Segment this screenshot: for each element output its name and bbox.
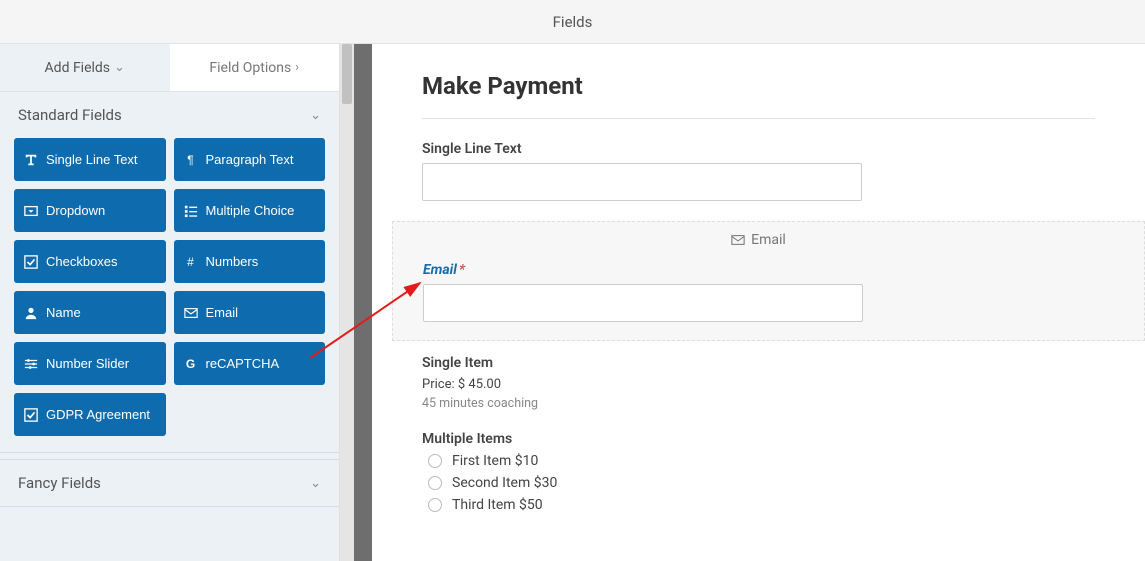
- required-asterisk: *: [459, 262, 465, 278]
- envelope-icon: [731, 233, 745, 247]
- section-title: Fancy Fields: [18, 474, 101, 492]
- tab-add-fields[interactable]: Add Fields ⌄: [0, 44, 170, 91]
- field-label: Multiple Choice: [206, 203, 295, 218]
- section-standard-fields: Standard Fields ⌄ Single Line Text ¶ Par…: [0, 92, 339, 453]
- tab-label: Add Fields: [45, 60, 111, 76]
- radio-icon[interactable]: [428, 454, 442, 468]
- field-preview-single-line[interactable]: Single Line Text: [422, 141, 1095, 201]
- scrollbar[interactable]: [340, 44, 354, 561]
- field-preview-multiple-items[interactable]: Multiple Items First Item $10 Second Ite…: [422, 431, 1095, 513]
- field-number-slider[interactable]: Number Slider: [14, 342, 166, 385]
- field-preview-email-selected[interactable]: Email Email*: [392, 221, 1145, 341]
- field-numbers[interactable]: # Numbers: [174, 240, 326, 283]
- radio-label: First Item $10: [452, 453, 538, 469]
- section-fancy-fields: Fancy Fields ⌄: [0, 459, 339, 507]
- field-checkboxes[interactable]: Checkboxes: [14, 240, 166, 283]
- hash-icon: #: [184, 255, 198, 269]
- check-square-icon: [24, 408, 38, 422]
- radio-label: Third Item $50: [452, 497, 543, 513]
- field-label: Number Slider: [46, 356, 129, 371]
- label-text: Email: [423, 262, 457, 278]
- sidebar: Add Fields ⌄ Field Options › Standard Fi…: [0, 44, 340, 561]
- field-label: Dropdown: [46, 203, 105, 218]
- price-description: 45 minutes coaching: [422, 396, 1095, 411]
- section-header-fancy[interactable]: Fancy Fields ⌄: [0, 460, 339, 506]
- field-preview-single-item[interactable]: Single Item Price: $ 45.00 45 minutes co…: [422, 355, 1095, 411]
- column-divider: [354, 44, 372, 561]
- badge-text: Email: [751, 232, 786, 248]
- dropdown-icon: [24, 204, 38, 218]
- sliders-icon: [24, 357, 38, 371]
- field-single-line-text[interactable]: Single Line Text: [14, 138, 166, 181]
- single-line-input[interactable]: [422, 163, 862, 201]
- title-divider: [422, 118, 1095, 119]
- field-multiple-choice[interactable]: Multiple Choice: [174, 189, 326, 232]
- tab-field-options[interactable]: Field Options ›: [170, 44, 340, 91]
- scrollbar-thumb[interactable]: [342, 44, 352, 104]
- email-field-label: Email*: [423, 262, 1094, 278]
- field-label: Email: [206, 305, 239, 320]
- radio-label: Second Item $30: [452, 475, 557, 491]
- form-preview: Make Payment Single Line Text Email Emai…: [372, 44, 1145, 561]
- price-row: Price: $ 45.00: [422, 377, 1095, 392]
- field-label: Single Line Text: [422, 141, 1095, 157]
- chevron-down-icon: ⌄: [114, 60, 125, 75]
- envelope-icon: [184, 306, 198, 320]
- field-label: Checkboxes: [46, 254, 118, 269]
- field-label: Paragraph Text: [206, 152, 294, 167]
- field-label: Numbers: [206, 254, 259, 269]
- field-label: Single Line Text: [46, 152, 138, 167]
- field-email[interactable]: Email: [174, 291, 326, 334]
- radio-option[interactable]: Third Item $50: [422, 497, 1095, 513]
- field-label: reCAPTCHA: [206, 356, 280, 371]
- field-dropdown[interactable]: Dropdown: [14, 189, 166, 232]
- price-value: $ 45.00: [458, 377, 501, 392]
- paragraph-icon: ¶: [184, 153, 198, 167]
- field-label: Name: [46, 305, 81, 320]
- page-header: Fields: [0, 0, 1145, 44]
- checkbox-icon: [24, 255, 38, 269]
- field-label: Multiple Items: [422, 431, 1095, 447]
- form-title: Make Payment: [422, 72, 1095, 100]
- email-input[interactable]: [423, 284, 863, 322]
- radio-icon[interactable]: [428, 476, 442, 490]
- google-icon: G: [184, 357, 198, 371]
- section-header-standard[interactable]: Standard Fields ⌄: [0, 92, 339, 138]
- radio-icon[interactable]: [428, 498, 442, 512]
- field-gdpr-agreement[interactable]: GDPR Agreement: [14, 393, 166, 436]
- main-layout: Add Fields ⌄ Field Options › Standard Fi…: [0, 44, 1145, 561]
- field-label: GDPR Agreement: [46, 407, 150, 422]
- standard-fields-grid: Single Line Text ¶ Paragraph Text Dropdo…: [0, 138, 339, 452]
- page-title: Fields: [553, 13, 593, 31]
- text-icon: [24, 153, 38, 167]
- chevron-right-icon: ›: [295, 60, 299, 75]
- field-paragraph-text[interactable]: ¶ Paragraph Text: [174, 138, 326, 181]
- field-label: Single Item: [422, 355, 1095, 371]
- section-title: Standard Fields: [18, 106, 122, 124]
- chevron-down-icon: ⌄: [310, 108, 321, 123]
- field-recaptcha[interactable]: G reCAPTCHA: [174, 342, 326, 385]
- price-label: Price:: [422, 377, 455, 392]
- sidebar-tabs: Add Fields ⌄ Field Options ›: [0, 44, 339, 92]
- field-name[interactable]: Name: [14, 291, 166, 334]
- list-icon: [184, 204, 198, 218]
- radio-option[interactable]: Second Item $30: [422, 475, 1095, 491]
- radio-option[interactable]: First Item $10: [422, 453, 1095, 469]
- chevron-down-icon: ⌄: [310, 476, 321, 491]
- user-icon: [24, 306, 38, 320]
- email-badge: Email: [423, 222, 1094, 262]
- tab-label: Field Options: [209, 60, 291, 76]
